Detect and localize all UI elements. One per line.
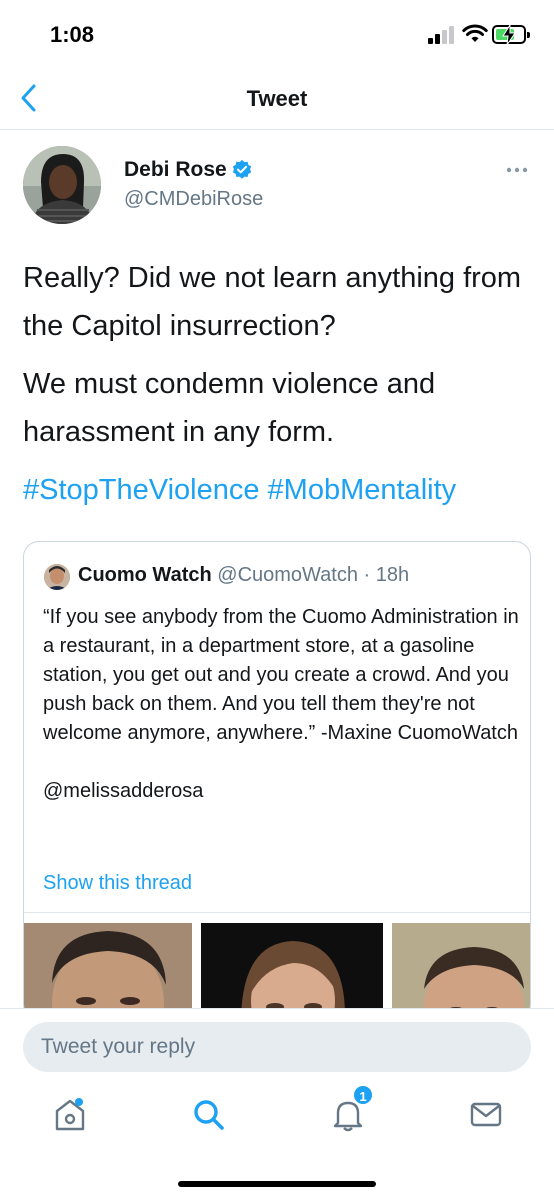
media-image-1[interactable] <box>24 923 192 1020</box>
verified-icon <box>232 159 251 179</box>
tweet-text-paragraph: We must condemn violence and harassment … <box>23 368 436 448</box>
notifications-badge: 1 <box>352 1084 374 1106</box>
quoted-author-handle: @CuomoWatch <box>217 564 358 586</box>
quoted-media-strip <box>24 923 530 1020</box>
more-icon <box>506 167 528 173</box>
page-title: Tweet <box>246 86 308 111</box>
reply-bar <box>0 1008 554 1082</box>
status-bar: 1:08 <box>0 0 554 70</box>
tab-home[interactable] <box>50 1094 90 1134</box>
home-icon <box>55 1098 85 1131</box>
quoted-tweet-text: “If you see anybody from the Cuomo Admin… <box>43 606 519 802</box>
media-image-3[interactable] <box>392 923 530 1020</box>
quoted-tweet-time: 18h <box>375 564 410 586</box>
tab-search[interactable] <box>188 1094 228 1134</box>
quoted-author-avatar <box>44 564 70 590</box>
media-image-2[interactable] <box>201 923 383 1020</box>
author-name-row: Debi Rose <box>124 158 253 182</box>
search-icon <box>194 1100 224 1130</box>
quoted-tweet-card[interactable]: Cuomo Watch @CuomoWatch · 18h “If you se… <box>23 541 531 1021</box>
tweet-text-paragraph: Really? Did we not learn anything from t… <box>23 262 522 342</box>
quoted-tweet-header: Cuomo Watch @CuomoWatch · 18h <box>78 564 409 587</box>
more-options-button[interactable] <box>504 160 530 180</box>
hashtags: #StopTheViolence #MobMentality <box>23 466 456 514</box>
reply-input[interactable] <box>23 1022 531 1072</box>
author-photo <box>23 146 101 224</box>
author-handle[interactable]: @CMDebiRose <box>124 188 263 211</box>
messages-envelope-icon <box>470 1102 502 1127</box>
status-time: 1:08 <box>50 22 95 47</box>
quoted-separator-dot: · <box>357 564 376 586</box>
nav-header: Tweet <box>0 70 554 130</box>
quoted-author-name: Cuomo Watch <box>78 564 212 586</box>
wifi-icon <box>462 24 488 42</box>
author-name[interactable]: Debi Rose <box>124 158 227 182</box>
hashtag-link[interactable]: #StopTheViolence <box>23 474 259 506</box>
tab-notifications[interactable]: 1 <box>328 1084 374 1134</box>
cellular-signal-icon <box>428 26 456 44</box>
quoted-tweet-divider <box>24 912 530 913</box>
home-indicator <box>178 1181 376 1187</box>
tab-messages[interactable] <box>466 1094 506 1134</box>
hashtag-link[interactable]: #MobMentality <box>268 474 457 506</box>
show-thread-link[interactable]: Show this thread <box>43 872 192 895</box>
author-avatar[interactable] <box>23 146 101 224</box>
battery-charging-icon <box>492 25 530 45</box>
